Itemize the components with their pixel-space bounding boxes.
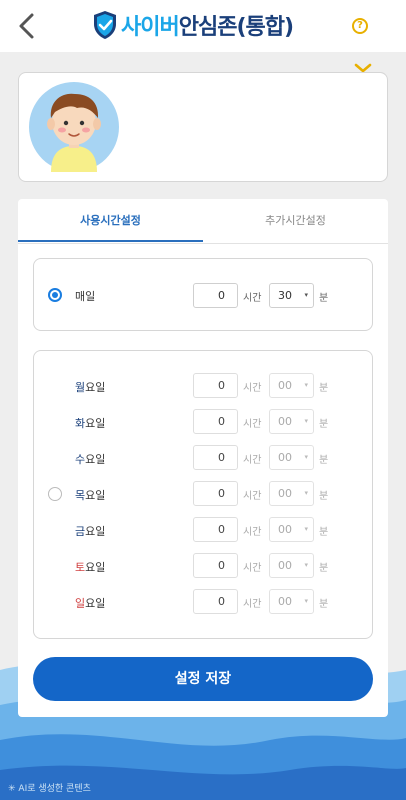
monday-hour-unit: 시간 — [243, 383, 262, 394]
day-initial: 토 — [75, 561, 86, 574]
settings-panel: 사용시간설정 추가시간설정 매일 0 시간 30 ▾ 분 월요일 0 시간 00… — [18, 199, 388, 717]
day-suffix: 요일 — [85, 417, 106, 430]
tab-extra-time[interactable]: 추가시간설정 — [203, 199, 388, 243]
day-suffix: 요일 — [85, 561, 106, 574]
weekly-option-box: 월요일 0 시간 00 ▾ 분 화요일 0 시간 00 ▾ 분 수요일 0 시간 0… — [33, 350, 373, 639]
day-suffix: 요일 — [85, 489, 106, 502]
day-initial: 금 — [75, 525, 86, 538]
day-initial: 화 — [75, 417, 86, 430]
weekly-radio[interactable] — [48, 487, 62, 501]
day-suffix: 요일 — [85, 597, 106, 610]
saturday-hours-input[interactable]: 0 — [193, 553, 238, 578]
sunday-hours-input[interactable]: 0 — [193, 589, 238, 614]
app-logo: 사이버 안심존(통합) — [93, 8, 294, 42]
caret-down-icon: ▾ — [304, 291, 308, 299]
daily-minutes-select[interactable]: 30 ▾ — [269, 283, 314, 308]
daily-option-box: 매일 0 시간 30 ▾ 분 — [33, 258, 373, 331]
logo-text-safezone: 안심존(통합) — [178, 15, 294, 40]
thursday-hour-unit: 시간 — [243, 491, 262, 502]
daily-minutes-value: 30 — [278, 289, 292, 302]
save-settings-button[interactable]: 설정 저장 — [33, 657, 373, 701]
friday-hours-input[interactable]: 0 — [193, 517, 238, 542]
daily-minute-unit: 분 — [319, 293, 329, 304]
day-initial: 수 — [75, 453, 86, 466]
caret-down-icon: ▾ — [304, 561, 308, 569]
app-header: 사이버 안심존(통합) ? — [0, 0, 406, 52]
day-label-thursday: 목요일 — [75, 487, 105, 503]
wednesday-minutes-select[interactable]: 00 ▾ — [269, 445, 314, 470]
wednesday-hour-unit: 시간 — [243, 455, 262, 466]
day-label-friday: 금요일 — [75, 523, 105, 539]
shield-icon — [94, 11, 116, 39]
monday-minute-unit: 분 — [319, 383, 329, 394]
tuesday-minutes-value: 00 — [278, 415, 292, 428]
caret-down-icon: ▾ — [304, 525, 308, 533]
day-initial: 일 — [75, 597, 86, 610]
day-suffix: 요일 — [85, 381, 106, 394]
caret-down-icon: ▾ — [304, 597, 308, 605]
sunday-minutes-select[interactable]: 00 ▾ — [269, 589, 314, 614]
caret-down-icon: ▾ — [304, 381, 308, 389]
saturday-minutes-value: 00 — [278, 559, 292, 572]
sunday-minutes-value: 00 — [278, 595, 292, 608]
daily-radio[interactable] — [48, 288, 62, 302]
day-label-tuesday: 화요일 — [75, 415, 105, 431]
friday-minutes-select[interactable]: 00 ▾ — [269, 517, 314, 542]
ai-generated-note: ✳ AI로 생성한 콘텐츠 — [8, 784, 91, 794]
day-label-sunday: 일요일 — [75, 595, 105, 611]
caret-down-icon: ▾ — [304, 453, 308, 461]
avatar[interactable] — [29, 82, 119, 172]
daily-hours-input[interactable]: 0 — [193, 283, 238, 308]
monday-minutes-value: 00 — [278, 379, 292, 392]
thursday-hours-input[interactable]: 0 — [193, 481, 238, 506]
tuesday-hour-unit: 시간 — [243, 419, 262, 430]
profile-card — [18, 72, 388, 182]
saturday-minutes-select[interactable]: 00 ▾ — [269, 553, 314, 578]
tab-usage-time[interactable]: 사용시간설정 — [18, 199, 203, 243]
sunday-minute-unit: 분 — [319, 599, 329, 610]
day-suffix: 요일 — [85, 453, 106, 466]
saturday-minute-unit: 분 — [319, 563, 329, 574]
day-initial: 월 — [75, 381, 86, 394]
tab-bar: 사용시간설정 추가시간설정 — [18, 199, 388, 244]
daily-label: 매일 — [75, 290, 96, 303]
tab-active-indicator — [18, 240, 203, 242]
caret-down-icon: ▾ — [304, 489, 308, 497]
tuesday-minute-unit: 분 — [319, 419, 329, 430]
sunday-hour-unit: 시간 — [243, 599, 262, 610]
day-label-monday: 월요일 — [75, 379, 105, 395]
help-icon[interactable]: ? — [352, 18, 368, 34]
day-suffix: 요일 — [85, 525, 106, 538]
back-icon[interactable] — [14, 12, 40, 40]
wednesday-minutes-value: 00 — [278, 451, 292, 464]
thursday-minutes-value: 00 — [278, 487, 292, 500]
daily-hour-unit: 시간 — [243, 293, 262, 304]
day-initial: 목 — [75, 489, 86, 502]
ai-note-text: AI로 생성한 콘텐츠 — [18, 784, 91, 794]
friday-hour-unit: 시간 — [243, 527, 262, 538]
friday-minute-unit: 분 — [319, 527, 329, 538]
thursday-minutes-select[interactable]: 00 ▾ — [269, 481, 314, 506]
day-label-saturday: 토요일 — [75, 559, 105, 575]
wednesday-hours-input[interactable]: 0 — [193, 445, 238, 470]
caret-down-icon: ▾ — [304, 417, 308, 425]
logo-text-cyber: 사이버 — [121, 15, 180, 40]
thursday-minute-unit: 분 — [319, 491, 329, 502]
tuesday-minutes-select[interactable]: 00 ▾ — [269, 409, 314, 434]
tuesday-hours-input[interactable]: 0 — [193, 409, 238, 434]
wednesday-minute-unit: 분 — [319, 455, 329, 466]
day-label-wednesday: 수요일 — [75, 451, 105, 467]
saturday-hour-unit: 시간 — [243, 563, 262, 574]
monday-hours-input[interactable]: 0 — [193, 373, 238, 398]
monday-minutes-select[interactable]: 00 ▾ — [269, 373, 314, 398]
friday-minutes-value: 00 — [278, 523, 292, 536]
